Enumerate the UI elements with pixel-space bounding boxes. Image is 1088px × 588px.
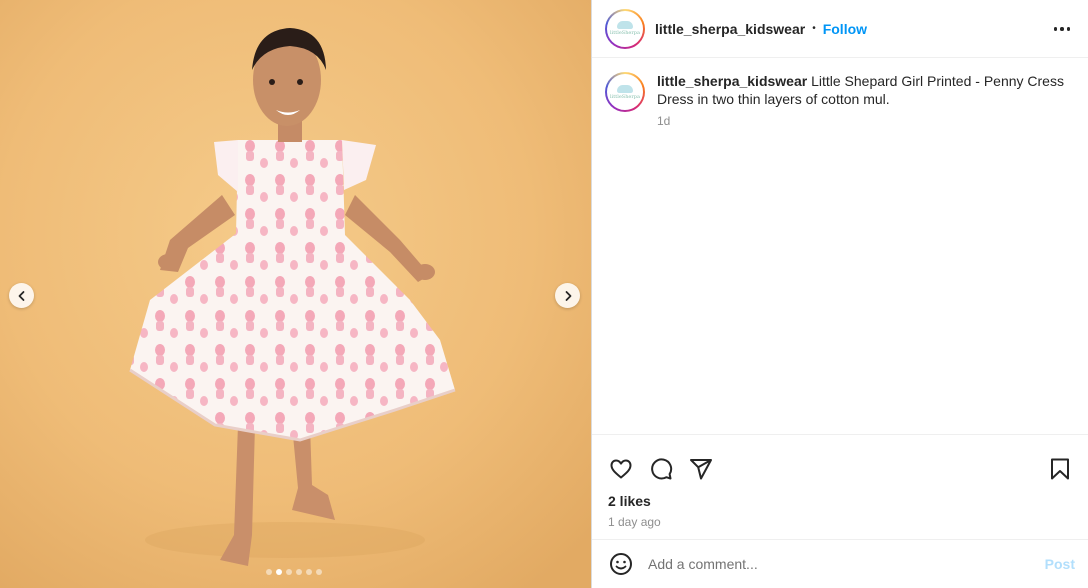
caption-avatar[interactable]: littleSherpa — [605, 72, 645, 112]
comment-input[interactable] — [648, 556, 1045, 572]
carousel-next-button[interactable] — [555, 283, 580, 308]
comment-button[interactable] — [648, 456, 674, 482]
chevron-right-icon — [565, 290, 571, 301]
carousel-dot — [286, 569, 292, 575]
like-button[interactable] — [608, 456, 634, 482]
header-separator: • — [812, 23, 816, 34]
carousel-indicator — [266, 569, 322, 575]
action-icons — [592, 435, 1088, 489]
share-button[interactable] — [688, 456, 714, 482]
save-button[interactable] — [1047, 456, 1073, 482]
avatar-logo: littleSherpa — [607, 10, 643, 47]
follow-button[interactable]: Follow — [823, 21, 867, 37]
comment-bar: Post — [592, 539, 1088, 588]
carousel-dot — [266, 569, 272, 575]
bookmark-icon — [1051, 458, 1069, 480]
smiley-icon — [610, 553, 632, 575]
carousel-prev-button[interactable] — [9, 283, 34, 308]
caption-area: littleSherpa little_sherpa_kidswear Litt… — [592, 58, 1088, 434]
carousel-dot — [296, 569, 302, 575]
comment-bubble-icon — [651, 458, 673, 480]
avatar-logo-text: littleSherpa — [610, 30, 640, 36]
post-header: littleSherpa little_sherpa_kidswear • Fo… — [592, 0, 1088, 58]
chevron-left-icon — [18, 290, 24, 301]
caption-body: little_sherpa_kidswear Little Shepard Gi… — [657, 72, 1067, 128]
post-media — [0, 0, 591, 588]
cloud-icon — [617, 21, 633, 29]
emoji-button[interactable] — [608, 551, 634, 577]
account-username[interactable]: little_sherpa_kidswear — [655, 21, 805, 37]
avatar-logo-text: littleSherpa — [610, 93, 640, 100]
likes-count[interactable]: 2 likes — [592, 493, 1088, 509]
caption-text: little_sherpa_kidswear Little Shepard Gi… — [657, 72, 1067, 108]
more-options-icon[interactable] — [1052, 19, 1072, 39]
post-comment-button[interactable]: Post — [1045, 556, 1075, 572]
post-date: 1 day ago — [608, 515, 661, 529]
post-side-panel: littleSherpa little_sherpa_kidswear • Fo… — [591, 0, 1088, 588]
paper-plane-icon — [690, 459, 712, 480]
carousel-dot-active — [276, 569, 282, 575]
cloud-icon — [617, 84, 633, 93]
avatar[interactable]: littleSherpa — [605, 8, 645, 49]
avatar-logo: littleSherpa — [607, 74, 643, 110]
post-photo — [0, 0, 591, 588]
instagram-post: littleSherpa little_sherpa_kidswear • Fo… — [0, 0, 1088, 588]
heart-icon — [610, 459, 632, 479]
carousel-dot — [306, 569, 312, 575]
caption-username[interactable]: little_sherpa_kidswear — [657, 73, 807, 89]
caption-timestamp: 1d — [657, 114, 671, 128]
carousel-dot — [316, 569, 322, 575]
caption-row: littleSherpa little_sherpa_kidswear Litt… — [605, 72, 1075, 128]
post-actions: 2 likes 1 day ago — [592, 434, 1088, 538]
